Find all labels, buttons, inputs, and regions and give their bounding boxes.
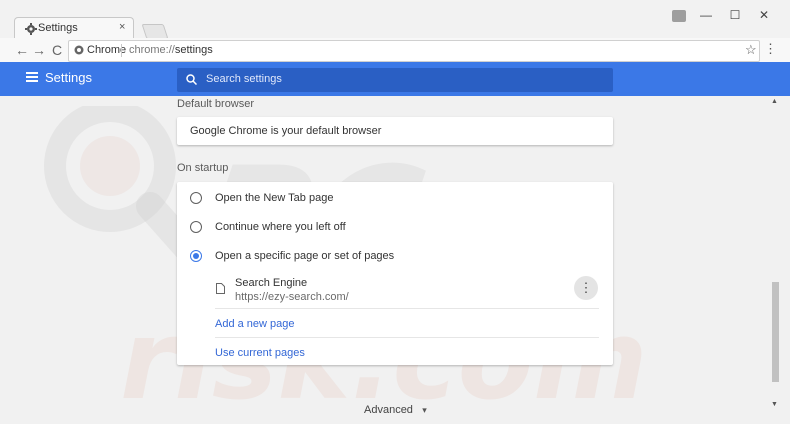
scroll-down-arrow[interactable]: ▼ bbox=[771, 401, 778, 408]
divider bbox=[215, 337, 599, 338]
url-text: chrome://settings bbox=[129, 44, 213, 56]
reload-button[interactable]: C bbox=[48, 41, 66, 59]
default-browser-card: Google Chrome is your default browser bbox=[177, 117, 613, 145]
radio-specific-pages[interactable] bbox=[190, 250, 202, 262]
option-label: Open the New Tab page bbox=[215, 192, 334, 204]
maximize-button[interactable]: ☐ bbox=[723, 8, 747, 24]
startup-option-specific-pages[interactable]: Open a specific page or set of pages bbox=[177, 240, 613, 269]
option-label: Open a specific page or set of pages bbox=[215, 250, 395, 262]
forward-button[interactable]: → bbox=[30, 41, 48, 59]
on-startup-card: Open the New Tab page Continue where you… bbox=[177, 182, 613, 365]
radio-continue[interactable] bbox=[190, 221, 202, 233]
back-button[interactable]: ← bbox=[13, 41, 31, 59]
close-window-button[interactable]: ✕ bbox=[752, 8, 776, 24]
scroll-thumb[interactable] bbox=[772, 282, 779, 382]
settings-content: PC risk.com Default browser Google Chrom… bbox=[0, 96, 771, 424]
radio-new-tab[interactable] bbox=[190, 192, 202, 204]
search-placeholder: Search settings bbox=[206, 73, 282, 85]
page-entry-url: https://ezy-search.com/ bbox=[235, 291, 349, 303]
title-bar: Settings × — ☐ ✕ bbox=[0, 0, 790, 40]
minimize-button[interactable]: — bbox=[694, 8, 718, 24]
tab-settings[interactable]: Settings × bbox=[14, 17, 134, 40]
browser-menu-icon[interactable]: ⋮ bbox=[764, 41, 777, 57]
divider bbox=[215, 308, 599, 309]
startup-option-new-tab[interactable]: Open the New Tab page bbox=[177, 182, 613, 211]
add-new-page-link[interactable]: Add a new page bbox=[215, 318, 295, 330]
page-entry-menu-button[interactable]: ⋮ bbox=[574, 276, 598, 300]
advanced-label: Advanced bbox=[364, 404, 413, 416]
page-file-icon bbox=[216, 283, 225, 294]
page-title: Settings bbox=[45, 70, 92, 85]
chrome-icon bbox=[74, 45, 84, 55]
section-title-on-startup: On startup bbox=[177, 162, 229, 174]
omnibox-divider bbox=[121, 44, 122, 57]
settings-header: Settings Search settings bbox=[0, 62, 790, 96]
default-browser-status: Google Chrome is your default browser bbox=[190, 125, 382, 137]
address-bar[interactable]: Chrome chrome://settings ☆ bbox=[68, 40, 760, 62]
advanced-toggle[interactable]: Advanced ▾ bbox=[364, 402, 427, 416]
hamburger-menu-icon[interactable] bbox=[26, 72, 38, 82]
browser-toolbar: ← → C Chrome chrome://settings ☆ ⋮ bbox=[0, 38, 790, 63]
vertical-scrollbar[interactable]: ▲ ▼ bbox=[771, 96, 790, 421]
startup-option-continue[interactable]: Continue where you left off bbox=[177, 211, 613, 240]
use-current-pages-link[interactable]: Use current pages bbox=[215, 347, 305, 359]
tab-title: Settings bbox=[38, 22, 78, 34]
search-icon bbox=[186, 74, 197, 85]
new-tab-button[interactable] bbox=[141, 24, 169, 39]
profile-icon[interactable] bbox=[672, 10, 686, 22]
option-label: Continue where you left off bbox=[215, 221, 346, 233]
section-title-default-browser: Default browser bbox=[177, 98, 255, 110]
page-entry-name: Search Engine bbox=[235, 277, 308, 289]
bookmark-star-icon[interactable]: ☆ bbox=[745, 42, 757, 58]
scroll-up-arrow[interactable]: ▲ bbox=[771, 98, 778, 105]
close-tab-icon[interactable]: × bbox=[119, 21, 125, 33]
search-settings-input[interactable]: Search settings bbox=[177, 68, 613, 92]
gear-icon bbox=[25, 23, 37, 35]
chevron-down-icon: ▾ bbox=[422, 405, 427, 415]
